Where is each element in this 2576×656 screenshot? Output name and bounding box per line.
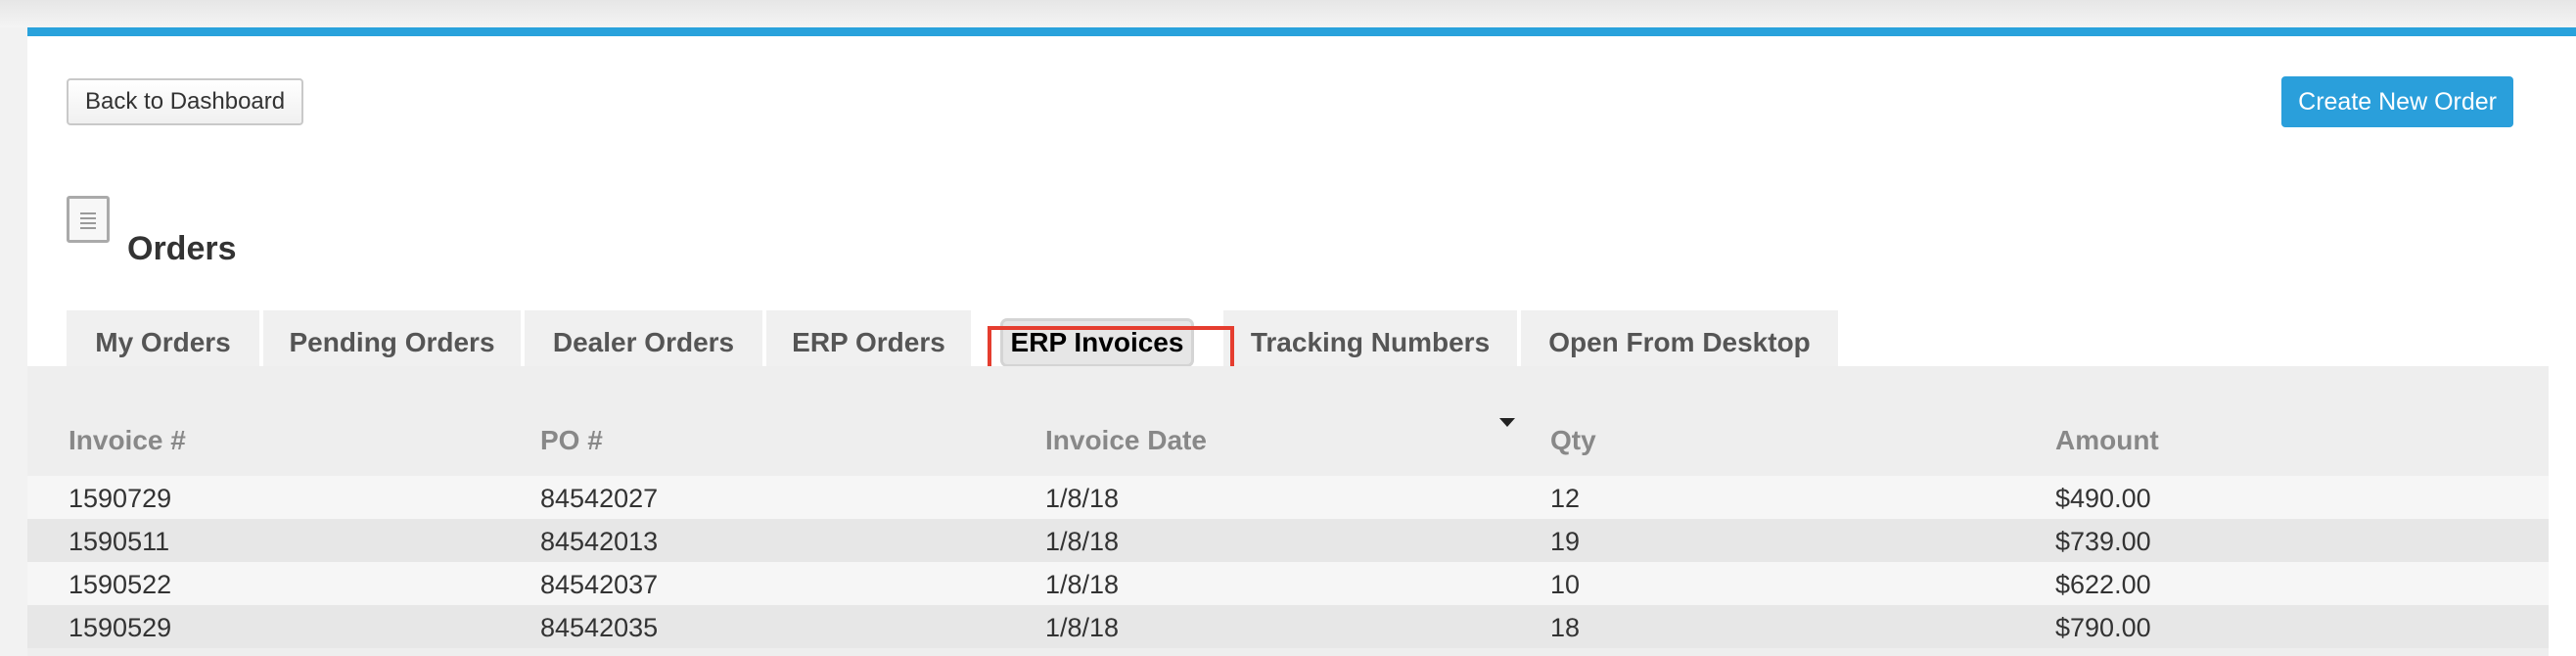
tab-label: Dealer Orders <box>552 327 735 357</box>
table-row[interactable]: 1590729 84542027 1/8/18 12 $490.00 <box>27 476 2549 519</box>
tab-label: Pending Orders <box>289 327 495 357</box>
cell-po-number: 84542027 <box>540 484 659 513</box>
cell-invoice-date: 1/8/18 <box>1045 613 1120 642</box>
column-header-invoice-date[interactable]: Invoice Date <box>1045 425 1207 456</box>
cell-invoice-number: 1590729 <box>69 484 172 513</box>
document-lines-icon <box>67 196 110 243</box>
invoices-table: Invoice # PO # Invoice Date Qty Amount 1… <box>27 366 2549 656</box>
cell-amount: $790.00 <box>2055 613 2151 642</box>
column-header-amount[interactable]: Amount <box>2055 425 2159 456</box>
cell-amount: $490.00 <box>2055 484 2151 513</box>
table-row[interactable]: 1590529 84542035 1/8/18 18 $790.00 <box>27 605 2549 648</box>
cell-qty: 12 <box>1550 484 1581 513</box>
table-row[interactable]: 1590511 84542013 1/8/18 19 $739.00 <box>27 519 2549 562</box>
page-title: Orders <box>127 230 237 267</box>
cell-po-number: 84542013 <box>540 527 659 556</box>
tab-label: ERP Orders <box>792 327 945 357</box>
sort-descending-icon[interactable] <box>1499 418 1515 427</box>
cell-invoice-date: 1/8/18 <box>1045 570 1120 599</box>
cell-amount: $739.00 <box>2055 527 2151 556</box>
column-header-qty[interactable]: Qty <box>1550 425 1596 456</box>
create-new-order-button[interactable]: Create New Order <box>2281 76 2513 127</box>
column-header-po-number[interactable]: PO # <box>540 425 603 456</box>
back-to-dashboard-button[interactable]: Back to Dashboard <box>67 78 304 125</box>
table-row[interactable]: 1590522 84542037 1/8/18 10 $622.00 <box>27 562 2549 605</box>
tab-label: Open From Desktop <box>1548 327 1811 357</box>
cell-qty: 10 <box>1550 570 1581 599</box>
column-header-invoice-number[interactable]: Invoice # <box>69 425 186 456</box>
cell-invoice-number: 1590511 <box>69 527 170 556</box>
cell-invoice-date: 1/8/18 <box>1045 484 1120 513</box>
tab-label: Tracking Numbers <box>1250 327 1491 357</box>
tab-label: ERP Invoices <box>1002 321 1192 364</box>
cell-invoice-number: 1590529 <box>69 613 172 642</box>
tab-label: My Orders <box>95 327 231 357</box>
cell-invoice-date: 1/8/18 <box>1045 527 1120 556</box>
cell-qty: 18 <box>1550 613 1581 642</box>
cell-po-number: 84542035 <box>540 613 659 642</box>
cell-qty: 19 <box>1550 527 1581 556</box>
top-shade <box>0 0 2576 27</box>
cell-invoice-number: 1590522 <box>69 570 172 599</box>
cell-amount: $622.00 <box>2055 570 2151 599</box>
cell-po-number: 84542037 <box>540 570 659 599</box>
